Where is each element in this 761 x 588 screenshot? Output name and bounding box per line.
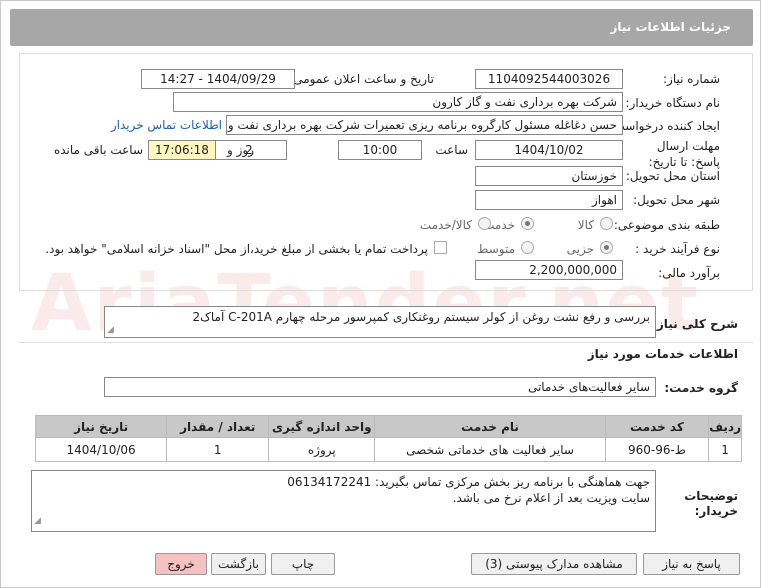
- deadline-label: مهلت ارسال پاسخ: تا تاریخ:: [648, 139, 720, 169]
- notes-line-1: جهت هماهنگی با برنامه ریز بخش مرکزی تماس…: [287, 475, 650, 489]
- deadline-date-field: 1404/10/02: [475, 140, 623, 160]
- category-label: طبقه بندی موضوعی:: [613, 218, 720, 232]
- buyer-notes-label: توضیحات خریدار:: [684, 489, 738, 518]
- title-bar: جزئیات اطلاعات نیاز: [10, 9, 753, 46]
- category-radio-goods[interactable]: [600, 217, 613, 230]
- summary-textarea[interactable]: بررسی و رفع نشت روغن از کولر سیستم روغنک…: [104, 306, 656, 338]
- reply-button[interactable]: پاسخ به نیاز: [643, 553, 740, 575]
- services-table: ردیف کد خدمت نام خدمت واحد اندازه گیری ت…: [34, 415, 742, 462]
- province-field: خوزستان: [475, 166, 623, 186]
- estimate-label: برآورد مالی:: [658, 266, 720, 280]
- summary-text: بررسی و رفع نشت روغن از کولر سیستم روغنک…: [192, 310, 651, 324]
- col-need-date: تاریخ نیاز: [34, 415, 168, 438]
- buyer-contact-link[interactable]: اطلاعات تماس خریدار: [111, 118, 222, 132]
- service-group-label: گروه خدمت:: [664, 381, 738, 395]
- col-unit: واحد اندازه گیری: [268, 415, 376, 438]
- cell-unit: پروژه: [268, 437, 376, 462]
- services-section-title: اطلاعات خدمات مورد نیاز: [587, 347, 738, 361]
- buyer-field: شرکت بهره برداری نفت و گاز کارون: [173, 92, 623, 112]
- col-quantity: تعداد / مقدار: [166, 415, 270, 438]
- treasury-payment-note: پرداخت تمام یا بخشی از مبلغ خرید،از محل …: [45, 242, 428, 256]
- summary-label: شرح کلی نیاز:: [652, 317, 738, 331]
- cell-row-number: 1: [708, 437, 742, 462]
- category-option-goods-service: کالا/خدمت: [419, 218, 472, 232]
- creator-field: حسن دغاغله مسئول کارگروه برنامه ریزی تعم…: [226, 115, 623, 135]
- cell-service-name: سایر فعالیت های خدماتی شخصی: [374, 437, 606, 462]
- city-field: اهواز: [475, 190, 623, 210]
- col-service-code: کد خدمت: [604, 415, 710, 438]
- category-radio-goods-service[interactable]: [478, 217, 491, 230]
- need-number-label: شماره نیاز:: [663, 72, 720, 86]
- col-row-number: ردیف: [708, 415, 742, 438]
- deadline-time-label: ساعت: [435, 143, 468, 157]
- purchase-radio-medium[interactable]: [521, 241, 534, 254]
- estimate-field: 2,200,000,000: [475, 260, 623, 280]
- province-label: استان محل تحویل:: [625, 169, 720, 183]
- col-service-name: نام خدمت: [374, 415, 606, 438]
- service-group-field: سایر فعالیت‌های خدماتی: [104, 377, 656, 397]
- buyer-notes-textarea[interactable]: جهت هماهنگی با برنامه ریز بخش مرکزی تماس…: [31, 470, 656, 532]
- resize-handle-icon[interactable]: ◢: [107, 325, 114, 335]
- purchase-type-label: نوع فرآیند خرید :: [635, 242, 720, 256]
- days-label: روز و: [227, 143, 254, 157]
- attachments-button[interactable]: مشاهده مدارک پیوستی (3): [471, 553, 637, 575]
- category-radio-service[interactable]: [521, 217, 534, 230]
- treasury-payment-checkbox[interactable]: [434, 241, 447, 254]
- remaining-time-field: 17:06:18: [148, 140, 216, 160]
- exit-button[interactable]: خروج: [155, 553, 207, 575]
- cell-service-code: ط-96-960: [604, 437, 710, 462]
- print-button[interactable]: چاپ: [271, 553, 335, 575]
- announce-label: تاریخ و ساعت اعلان عمومی:: [289, 72, 434, 86]
- resize-handle-icon[interactable]: ◢: [34, 513, 41, 529]
- need-details-window: AriaTender.net جزئیات اطلاعات نیاز شماره…: [0, 0, 761, 588]
- table-header-row: ردیف کد خدمت نام خدمت واحد اندازه گیری ت…: [34, 415, 742, 438]
- remaining-label: ساعت باقی مانده: [53, 143, 143, 157]
- creator-label: ایجاد کننده درخواست:: [609, 119, 720, 133]
- announce-field: 1404/09/29 - 14:27: [141, 69, 295, 89]
- notes-line-2: سایت ویزیت بعد از اعلام نرخ می باشد.: [452, 491, 650, 505]
- divider: [19, 342, 753, 343]
- need-number-field: 1104092544003026: [475, 69, 623, 89]
- page-title: جزئیات اطلاعات نیاز: [610, 20, 731, 34]
- table-row: 1 ط-96-960 سایر فعالیت های خدماتی شخصی پ…: [34, 437, 742, 462]
- purchase-option-minor: جزیی: [566, 242, 594, 256]
- cell-need-date: 1404/10/06: [34, 437, 168, 462]
- cell-quantity: 1: [166, 437, 270, 462]
- purchase-option-medium: متوسط: [477, 242, 515, 256]
- purchase-radio-minor[interactable]: [600, 241, 613, 254]
- buyer-label: نام دستگاه خریدار:: [625, 96, 721, 110]
- back-button[interactable]: بازگشت: [211, 553, 266, 575]
- deadline-time-field: 10:00: [338, 140, 422, 160]
- category-option-goods: کالا: [577, 218, 594, 232]
- city-label: شهر محل تحویل:: [633, 193, 720, 207]
